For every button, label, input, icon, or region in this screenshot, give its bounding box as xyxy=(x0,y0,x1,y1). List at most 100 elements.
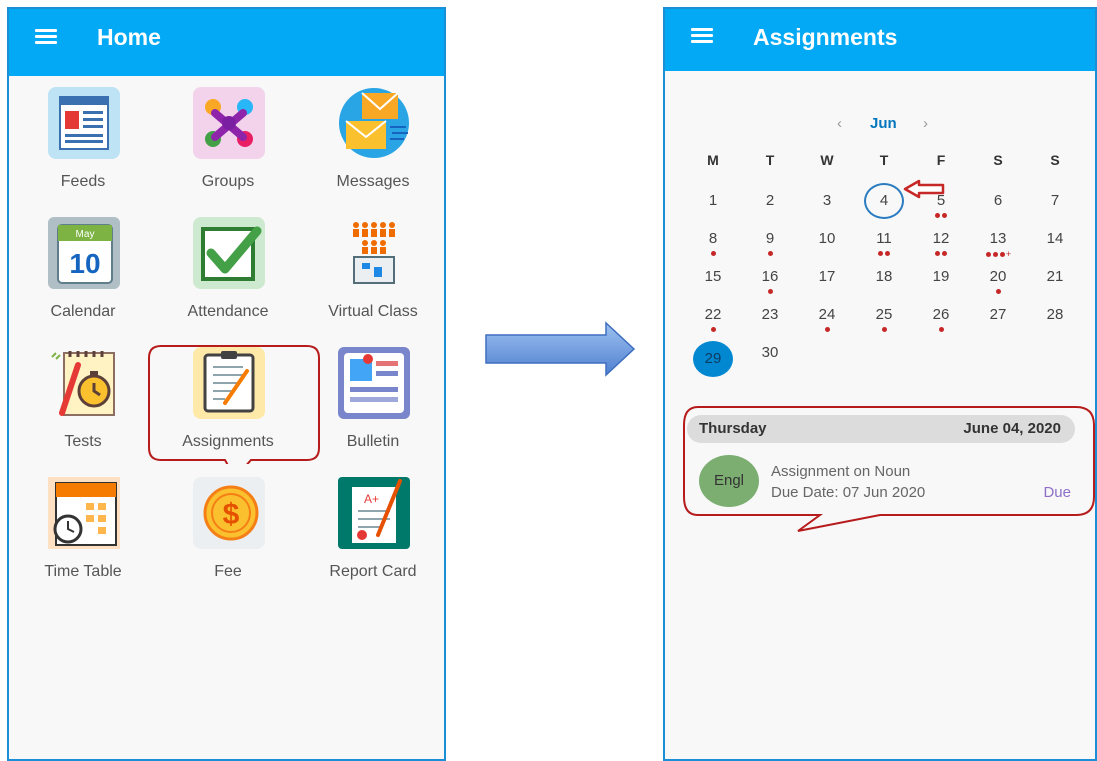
event-dot xyxy=(999,252,1005,257)
page-title: Home xyxy=(97,24,161,50)
event-dots xyxy=(921,327,961,333)
calendar-day-number: 18 xyxy=(875,268,893,285)
calendar-day-number: 17 xyxy=(818,268,836,285)
tile-report-card[interactable]: A+ Report Card xyxy=(301,477,444,607)
calendar-day-number: 28 xyxy=(1046,306,1064,323)
menu-icon[interactable] xyxy=(35,29,57,45)
calendar-day[interactable]: 11 xyxy=(864,227,904,263)
calendar-day-number: 6 xyxy=(993,192,1003,209)
calendar-day[interactable]: 5 xyxy=(921,189,961,225)
messages-icon xyxy=(339,88,409,158)
tile-fee[interactable]: $ Fee xyxy=(156,477,300,607)
calendar-day[interactable]: 21 xyxy=(1035,265,1075,301)
prev-month-button[interactable]: ‹ xyxy=(837,115,842,132)
event-dot xyxy=(878,251,883,256)
calendar-day-number: 16 xyxy=(761,268,779,285)
calendar-day-number: 25 xyxy=(875,306,893,323)
calendar-day-number: 26 xyxy=(932,306,950,323)
calendar-day[interactable]: 25 xyxy=(864,303,904,339)
calendar-day[interactable]: 2 xyxy=(750,189,790,225)
time-table-icon xyxy=(48,477,120,549)
svg-text:$: $ xyxy=(223,498,240,531)
calendar-day[interactable]: 26 xyxy=(921,303,961,339)
calendar-day-number: 20 xyxy=(989,268,1007,285)
tile-label: Time Table xyxy=(44,563,122,580)
event-dots xyxy=(978,289,1018,295)
calendar-day[interactable]: 4 xyxy=(864,183,904,219)
menu-icon[interactable] xyxy=(691,28,713,44)
calendar-icon: May 10 xyxy=(48,217,120,289)
groups-icon xyxy=(193,87,265,159)
calendar-day[interactable]: 8 xyxy=(693,227,733,263)
month-label: Jun xyxy=(870,115,897,132)
calendar-day[interactable]: 30 xyxy=(750,341,790,377)
calendar-icon-day: 10 xyxy=(69,248,100,279)
event-dot xyxy=(767,251,773,256)
calendar-day-number: 10 xyxy=(818,230,836,247)
calendar-day-number: 1 xyxy=(708,192,718,209)
virtual-class-icon xyxy=(353,222,395,284)
calendar-day-number: 19 xyxy=(932,268,950,285)
calendar-day[interactable]: 24 xyxy=(807,303,847,339)
next-month-button[interactable]: › xyxy=(923,115,928,132)
event-dots xyxy=(921,213,961,219)
tile-label: Messages xyxy=(336,173,410,190)
calendar-day[interactable]: 14 xyxy=(1035,227,1075,263)
calendar-day[interactable]: 3 xyxy=(807,189,847,225)
event-dots xyxy=(693,251,733,257)
event-dot xyxy=(992,252,998,257)
calendar-day-number: 7 xyxy=(1050,192,1060,209)
report-card-icon: A+ xyxy=(338,477,410,549)
tile-calendar[interactable]: May 10 Calendar xyxy=(11,217,155,347)
tile-label: Tests xyxy=(64,433,102,450)
calendar-day[interactable]: 6 xyxy=(978,189,1018,225)
assignment-highlight-callout xyxy=(683,406,1095,532)
calendar-day[interactable]: 13 + xyxy=(978,227,1018,263)
calendar-day[interactable]: 29 xyxy=(693,341,733,377)
event-dot xyxy=(995,289,1001,294)
event-dot xyxy=(824,327,830,332)
calendar-day[interactable]: 17 xyxy=(807,265,847,301)
calendar-day[interactable]: 20 xyxy=(978,265,1018,301)
tile-label: Feeds xyxy=(60,173,106,190)
calendar-day[interactable]: 23 xyxy=(750,303,790,339)
calendar-day[interactable]: 16 xyxy=(750,265,790,301)
calendar-day[interactable]: 7 xyxy=(1035,189,1075,225)
calendar-day[interactable]: 10 xyxy=(807,227,847,263)
more-events-icon: + xyxy=(1005,249,1012,259)
calendar-day[interactable]: 18 xyxy=(864,265,904,301)
calendar-day[interactable]: 19 xyxy=(921,265,961,301)
weekday-header: W xyxy=(820,152,834,168)
calendar-day[interactable]: 15 xyxy=(693,265,733,301)
weekday-header: S xyxy=(993,152,1003,168)
calendar-day-number: 24 xyxy=(818,306,836,323)
calendar-day-number: 15 xyxy=(704,268,722,285)
tile-virtual-class[interactable]: Virtual Class xyxy=(301,217,444,347)
event-dot xyxy=(767,289,773,294)
tests-icon xyxy=(51,351,115,416)
tile-groups[interactable]: Groups xyxy=(156,87,300,217)
calendar-day-number: 2 xyxy=(765,192,775,209)
tile-label: Report Card xyxy=(329,563,417,580)
event-dots xyxy=(807,327,847,333)
tile-tests[interactable]: Tests xyxy=(11,347,155,477)
tile-feeds[interactable]: Feeds xyxy=(11,87,155,217)
tile-messages[interactable]: Messages xyxy=(301,87,444,217)
tile-attendance[interactable]: Attendance xyxy=(156,217,300,347)
fee-icon: $ xyxy=(193,477,265,549)
event-dots xyxy=(864,327,904,333)
calendar-day[interactable]: 28 xyxy=(1035,303,1075,339)
tile-time-table[interactable]: Time Table xyxy=(11,477,155,607)
calendar-day[interactable]: 22 xyxy=(693,303,733,339)
calendar-day[interactable]: 1 xyxy=(693,189,733,225)
calendar-day[interactable]: 12 xyxy=(921,227,961,263)
calendar-icon-month: May xyxy=(76,229,95,240)
calendar-day[interactable]: 9 xyxy=(750,227,790,263)
tile-label: Bulletin xyxy=(346,433,400,450)
tile-bulletin[interactable]: Bulletin xyxy=(301,347,444,477)
calendar-day-number: 12 xyxy=(932,230,950,247)
calendar-day[interactable]: 27 xyxy=(978,303,1018,339)
attendance-icon xyxy=(193,217,265,289)
tile-label: Calendar xyxy=(50,303,116,320)
event-dot xyxy=(942,213,947,218)
